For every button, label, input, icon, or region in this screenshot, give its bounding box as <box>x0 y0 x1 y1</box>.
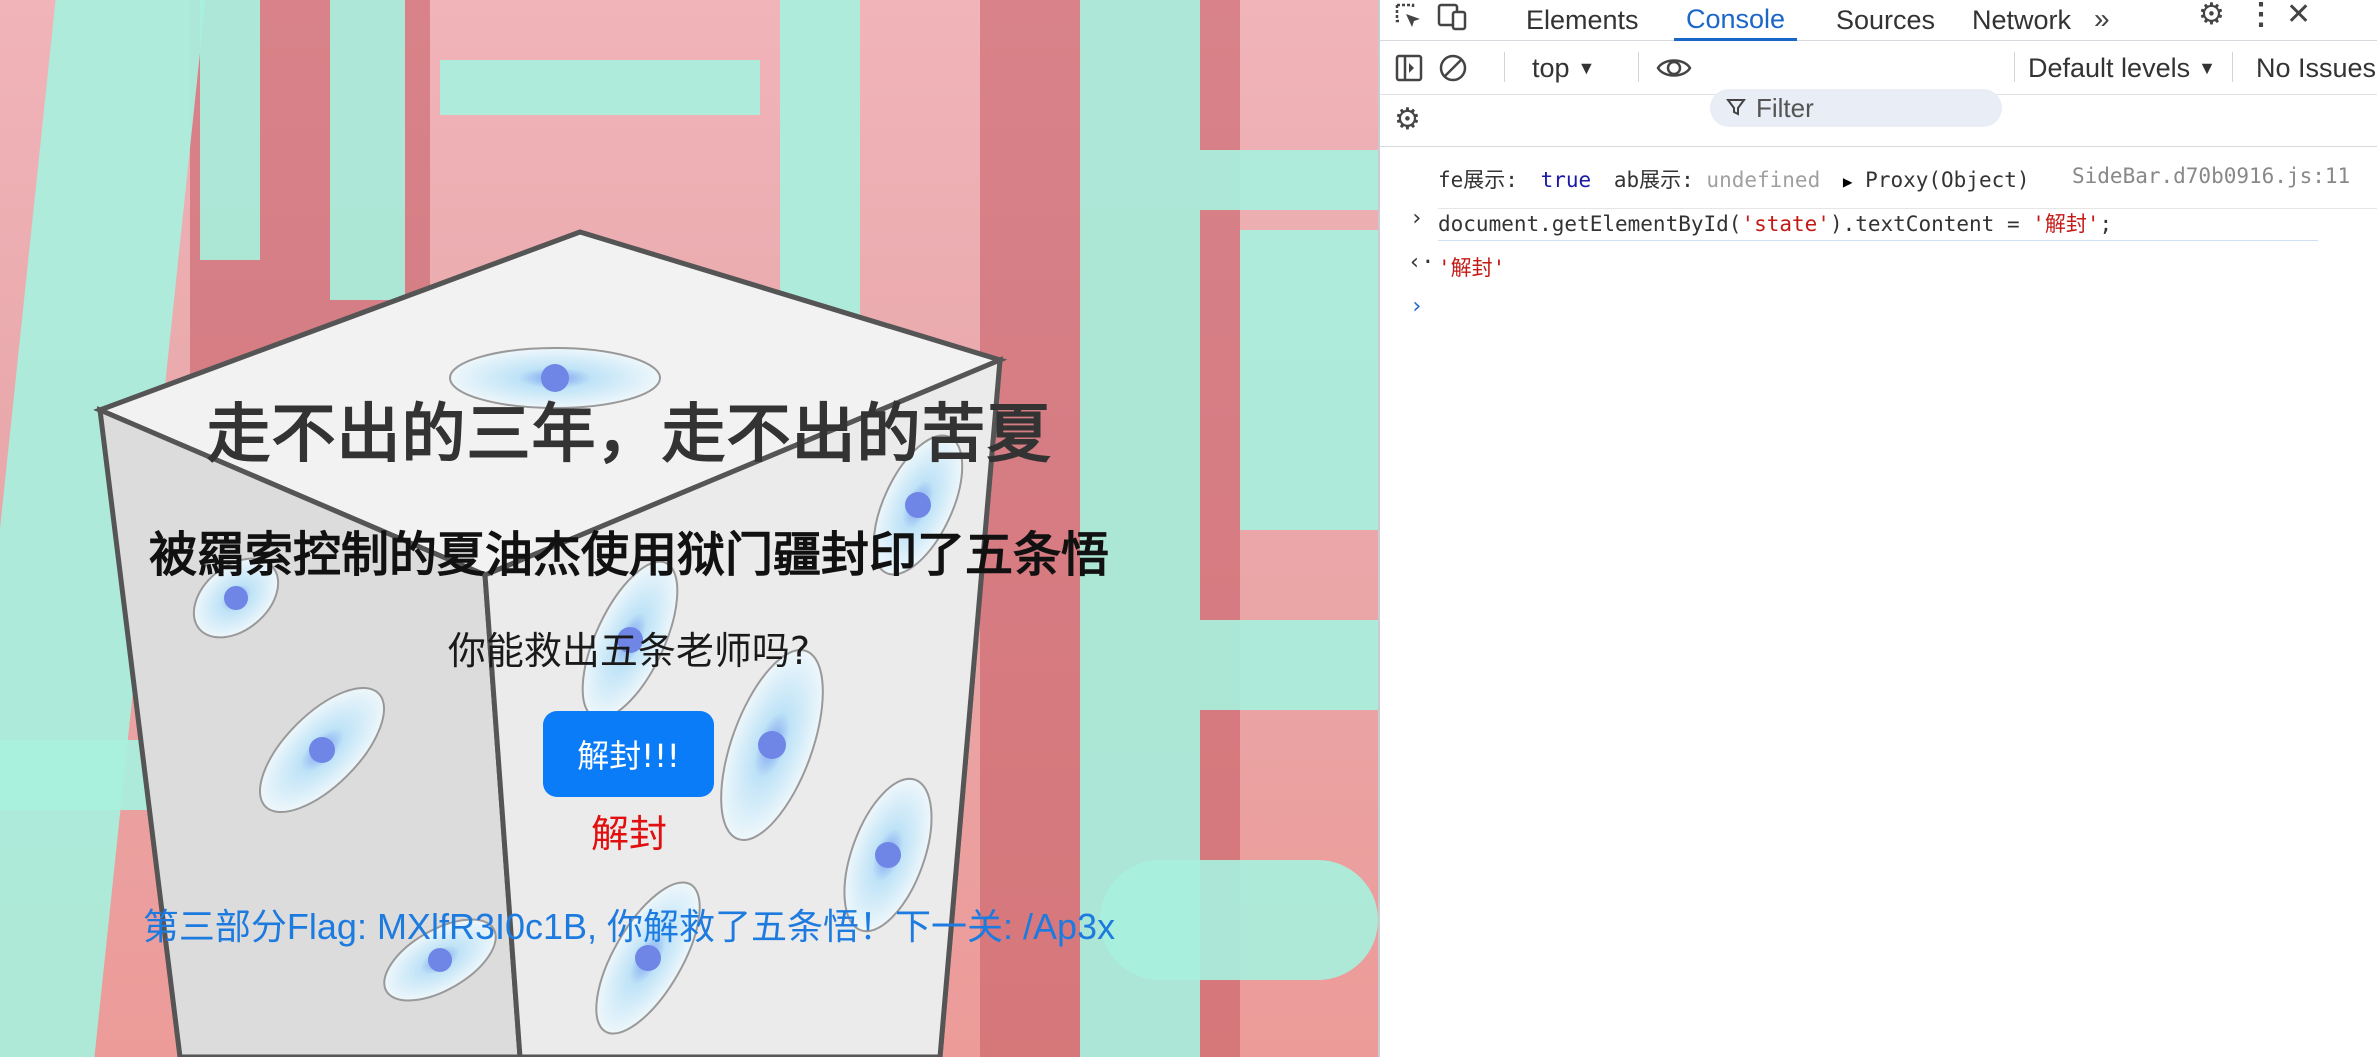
console-command-line: document.getElementById('state').textCon… <box>1438 208 2377 238</box>
tab-console[interactable]: Console <box>1674 0 1798 41</box>
toolbar-divider <box>2232 52 2233 82</box>
console-settings-row: ⚙ <box>1380 95 2377 147</box>
console-result: '解封' <box>1438 256 1506 280</box>
device-toolbar-icon[interactable] <box>1436 2 1468 38</box>
web-page: 走不出的三年，走不出的苦夏 被羂索控制的夏油杰使用狱门疆封印了五条悟 你能救出五… <box>0 0 1378 1057</box>
log-fe-label: fe展示: <box>1438 168 1518 192</box>
tab-network[interactable]: Network <box>1972 0 2071 41</box>
log-fe-value: true <box>1540 168 1592 192</box>
log-ab-label: ab展示: <box>1613 168 1694 192</box>
clear-console-icon[interactable] <box>1438 53 1468 89</box>
settings-gear-icon[interactable]: ⚙ <box>2198 0 2225 30</box>
unseal-button[interactable]: 解封!!! <box>543 711 714 797</box>
state-text: 解封 <box>590 812 667 856</box>
flag-message: 第三部分Flag: MXlfR3I0c1B, 你解救了五条悟！下一关: /Ap3… <box>142 906 1116 947</box>
close-icon[interactable]: ✕ <box>2286 0 2311 30</box>
devtools-tabbar: Elements Console Sources Network » ⚙ ⋮ ✕ <box>1380 0 2377 41</box>
question-text: 你能救出五条老师吗? <box>447 629 811 673</box>
page-title: 走不出的三年，走不出的苦夏 <box>206 398 1052 472</box>
log-levels-dropdown[interactable]: Default levels ▼ <box>2028 53 2216 84</box>
context-selector[interactable]: top ▼ <box>1532 53 1595 84</box>
log-source-link[interactable]: SideBar.d70b0916.js:11 <box>2072 164 2352 188</box>
caret-down-icon: ▼ <box>2198 58 2216 78</box>
page-subtitle: 被羂索控制的夏油杰使用狱门疆封印了五条悟 <box>148 527 1109 583</box>
expand-triangle-icon[interactable]: ▶ <box>1843 172 1853 191</box>
issues-label: No Issues <box>2256 53 2377 83</box>
toolbar-divider <box>2014 52 2015 82</box>
sidebar-toggle-icon[interactable] <box>1394 53 1424 89</box>
result-return-arrow-icon: ‹· <box>1408 250 1435 275</box>
command-value: '解封' <box>2032 212 2100 236</box>
console-toolbar: top ▼ Filter Default levels ▼ No Issues <box>1380 41 2377 127</box>
command-prefix: document.getElementById( <box>1438 212 1742 236</box>
tab-sources[interactable]: Sources <box>1836 0 1935 41</box>
input-prompt-chevron-icon: › <box>1410 206 1424 231</box>
command-end: ; <box>2099 212 2113 236</box>
more-tabs-icon[interactable]: » <box>2094 4 2110 34</box>
inspect-element-icon[interactable] <box>1394 2 1424 38</box>
divider <box>1438 240 2318 241</box>
console-settings-gear-icon[interactable]: ⚙ <box>1394 105 1421 135</box>
context-label: top <box>1532 53 1570 83</box>
tab-elements[interactable]: Elements <box>1526 0 1639 41</box>
log-ab-value: undefined <box>1706 168 1821 192</box>
log-proxy-object[interactable]: Proxy(Object) <box>1865 168 2029 192</box>
command-mid: ).textContent = <box>1829 212 2033 236</box>
console-prompt-icon[interactable]: › <box>1410 294 1423 319</box>
kebab-menu-icon[interactable]: ⋮ <box>2246 0 2276 30</box>
live-expression-eye-icon[interactable] <box>1656 53 1692 89</box>
main-content: 走不出的三年，走不出的苦夏 被羂索控制的夏油杰使用狱门疆封印了五条悟 你能救出五… <box>0 0 1258 1057</box>
toolbar-divider <box>1504 52 1505 82</box>
devtools-panel: Elements Console Sources Network » ⚙ ⋮ ✕… <box>1378 0 2377 1057</box>
caret-down-icon: ▼ <box>1577 58 1596 78</box>
toolbar-divider <box>1638 52 1639 82</box>
console-output: fe展示: true ab展示: undefined ▶ Proxy(Objec… <box>1380 150 2377 1057</box>
command-arg: 'state' <box>1741 212 1830 236</box>
log-levels-label: Default levels <box>2028 53 2191 83</box>
issues-button[interactable]: No Issues <box>2256 53 2376 84</box>
